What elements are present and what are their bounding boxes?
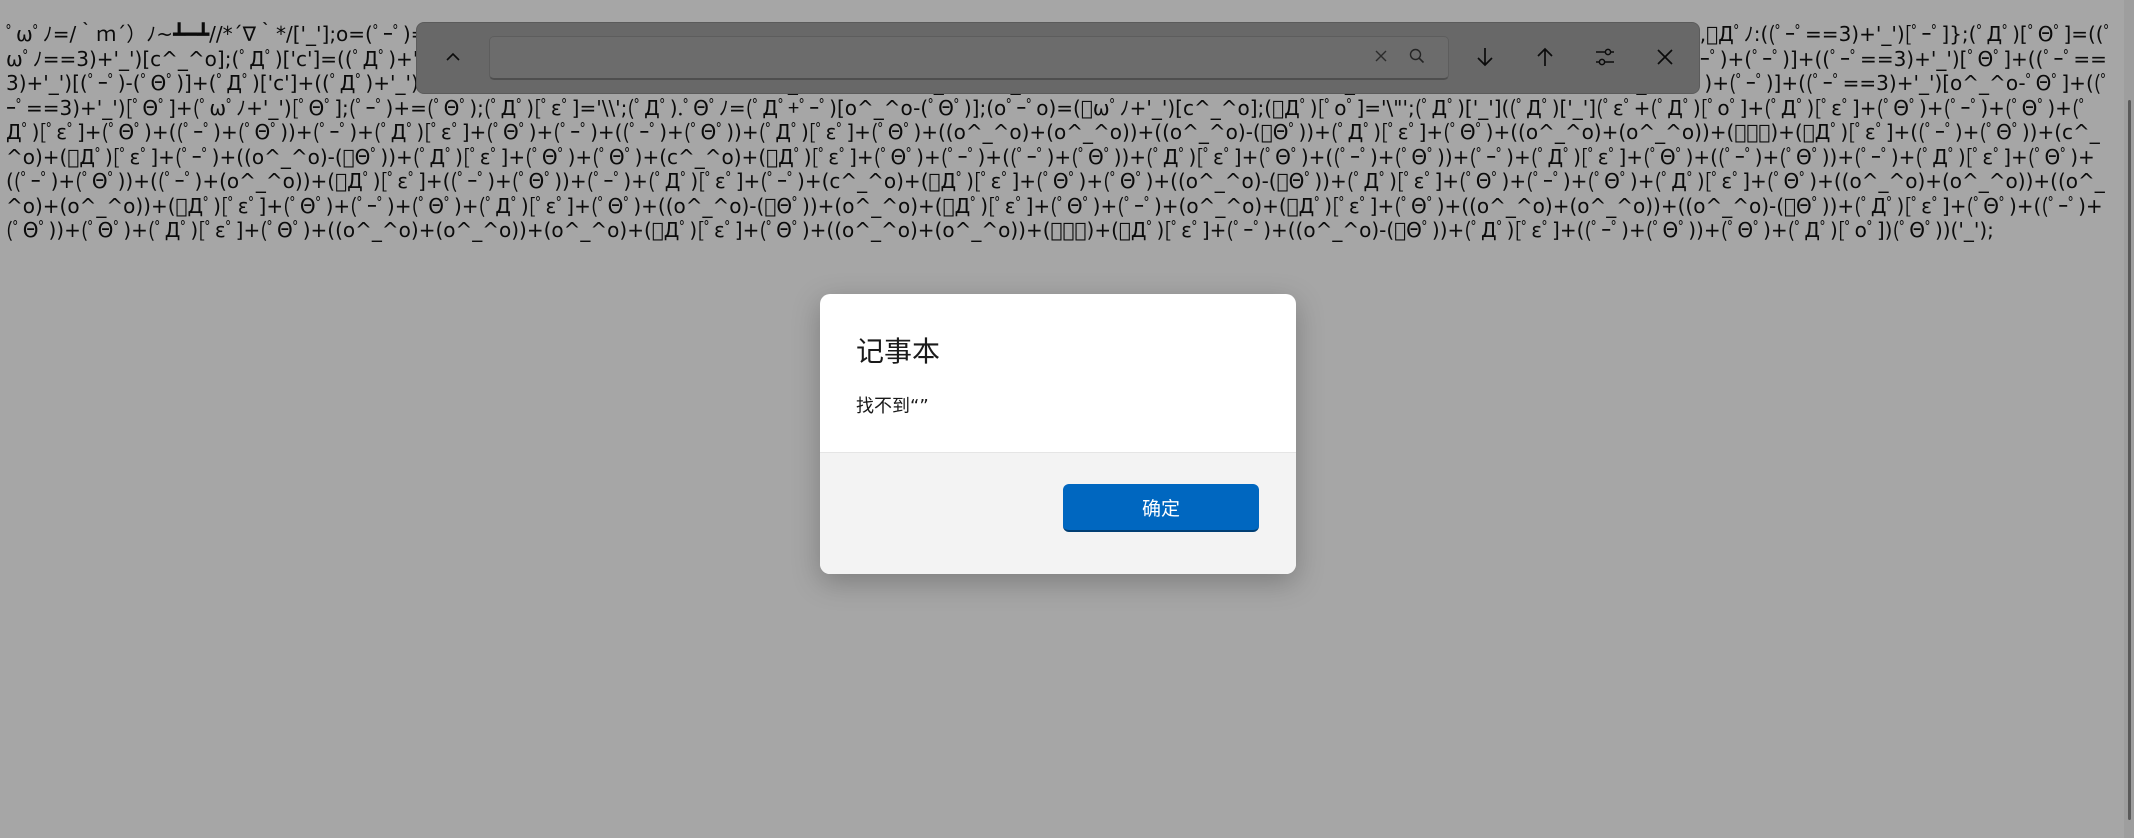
ok-button[interactable]: 确定 bbox=[1063, 484, 1259, 532]
message-dialog: 记事本 找不到“” 确定 bbox=[820, 294, 1296, 574]
dialog-title: 记事本 bbox=[856, 335, 941, 368]
dialog-footer: 确定 bbox=[820, 452, 1296, 574]
dialog-message: 找不到“” bbox=[856, 396, 929, 417]
